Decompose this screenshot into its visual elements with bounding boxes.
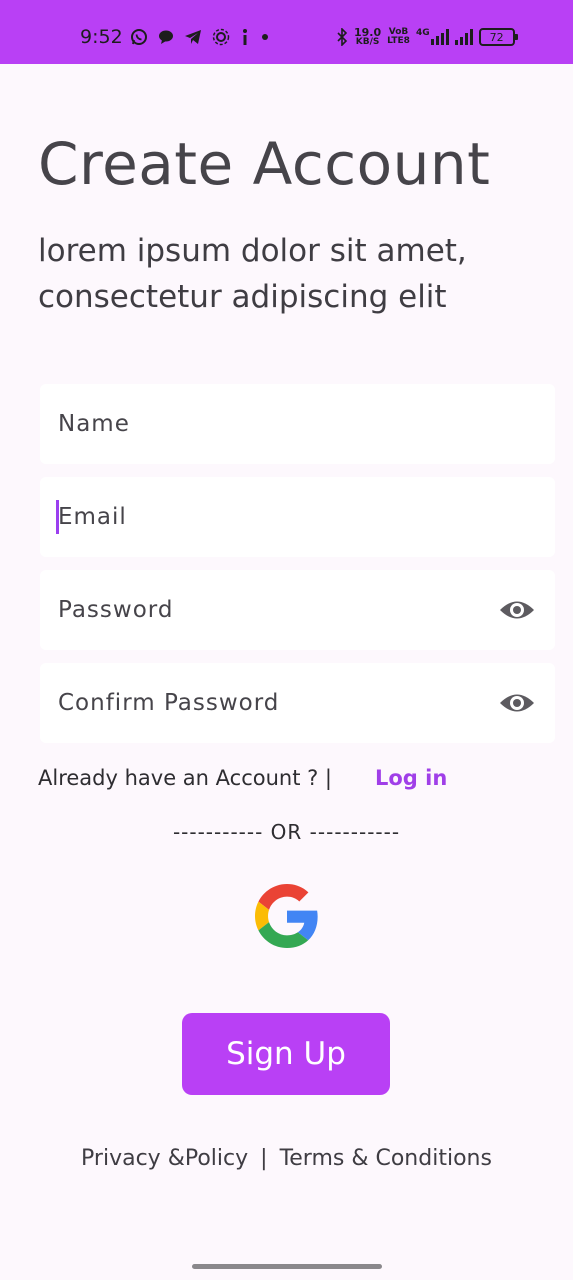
system-icons: 19.0 KB/S VoB LTE8 4G 72	[336, 24, 518, 50]
signal-bars-2-icon	[454, 29, 473, 45]
name-input[interactable]	[58, 411, 478, 437]
or-divider: ----------- OR -----------	[172, 820, 401, 844]
text-cursor	[56, 500, 59, 534]
network-speed: 19.0 KB/S	[354, 26, 382, 47]
password-field[interactable]	[40, 570, 555, 650]
battery-icon: 72	[478, 28, 518, 46]
eye-icon[interactable]	[499, 597, 535, 623]
status-time: 9:52	[80, 26, 123, 48]
name-field[interactable]	[40, 384, 555, 464]
confirm-password-field[interactable]	[40, 663, 555, 743]
privacy-policy-link[interactable]: Privacy &Policy	[81, 1146, 248, 1171]
chat-icon	[159, 30, 173, 44]
footer-links: Privacy &Policy | Terms & Conditions	[0, 1146, 573, 1171]
dot-icon	[262, 34, 268, 40]
notification-icons	[130, 26, 270, 48]
terms-conditions-link[interactable]: Terms & Conditions	[280, 1146, 492, 1171]
volte-indicator: VoB LTE8	[387, 27, 410, 46]
home-indicator[interactable]	[192, 1264, 382, 1269]
page-subtitle: lorem ipsum dolor sit amet, consectetur …	[38, 233, 467, 315]
signal-bars-icon	[430, 29, 449, 45]
sign-up-button[interactable]: Sign Up	[182, 1013, 390, 1095]
password-input[interactable]	[58, 597, 478, 623]
confirm-password-input[interactable]	[58, 690, 478, 716]
status-bar: 9:52 19.0 KB/S VoB LTE8 4G 72	[0, 0, 573, 64]
footer-separator: |	[260, 1146, 268, 1171]
app-icon	[212, 28, 230, 46]
google-icon[interactable]	[255, 884, 319, 948]
bluetooth-icon	[337, 28, 348, 46]
login-link[interactable]: Log in	[375, 766, 447, 790]
email-field[interactable]	[40, 477, 555, 557]
page-title: Create Account	[38, 130, 491, 198]
email-input[interactable]	[58, 504, 478, 530]
signal-4g: 4G	[416, 29, 449, 45]
eye-icon[interactable]	[499, 690, 535, 716]
already-have-account-text: Already have an Account ? |	[38, 766, 333, 790]
telegram-icon	[185, 30, 201, 44]
info-icon	[243, 29, 247, 45]
whatsapp-icon	[131, 29, 147, 45]
